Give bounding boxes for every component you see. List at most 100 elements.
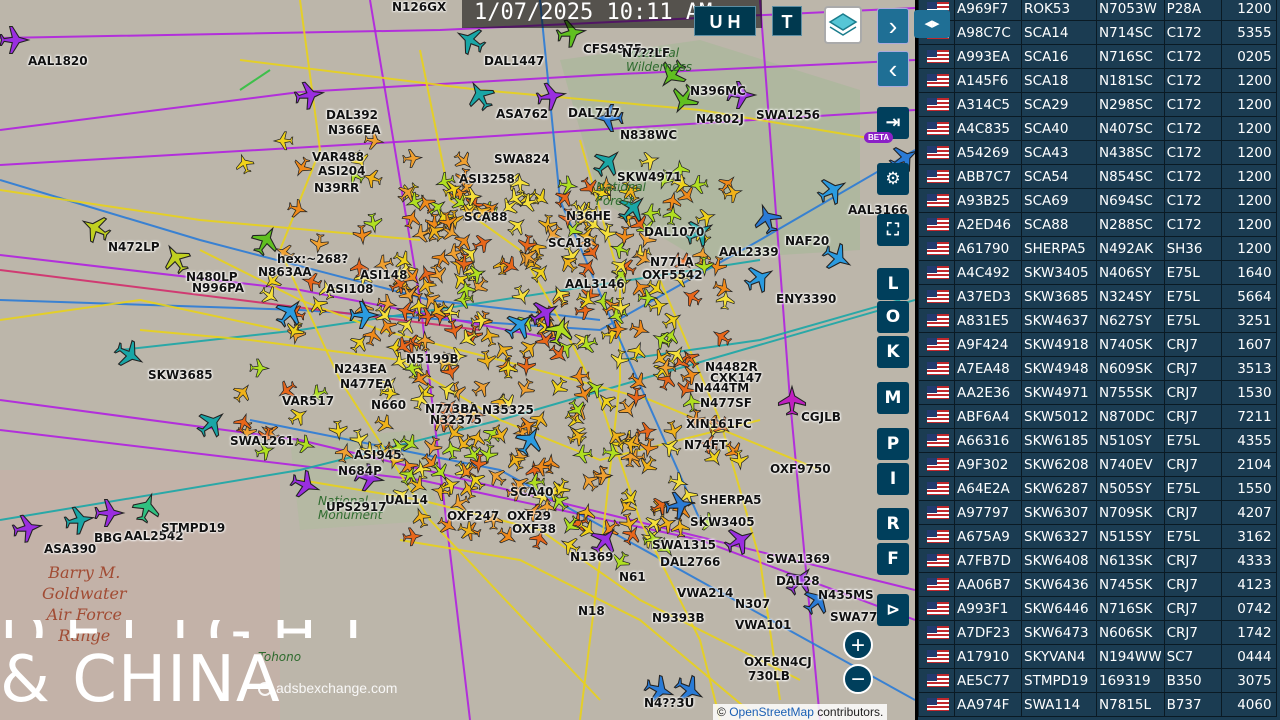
aircraft-label[interactable]: N660 xyxy=(371,398,406,412)
zoom-out-button[interactable]: − xyxy=(843,664,873,694)
aircraft-row[interactable]: A98C7C SCA14 N714SC C172 5355 xyxy=(918,20,1277,45)
aircraft-label[interactable]: N35325 xyxy=(482,403,534,417)
aircraft-label[interactable]: ASI148 xyxy=(360,268,407,282)
letter-p-button[interactable]: P xyxy=(877,428,909,460)
aircraft-label[interactable]: SCA88 xyxy=(464,210,507,224)
aircraft-label[interactable]: ASI108 xyxy=(326,282,373,296)
aircraft-row[interactable]: ABF6A4 SKW5012 N870DC CRJ7 7211 xyxy=(918,404,1277,429)
aircraft-label[interactable]: CGJLB xyxy=(801,410,841,424)
aircraft-label[interactable]: N243EA xyxy=(334,362,387,376)
collapse-left-button[interactable]: ‹ xyxy=(877,51,909,87)
aircraft-label[interactable]: UPS2917 xyxy=(326,500,387,514)
aircraft-label[interactable]: N477SF xyxy=(700,396,752,410)
settings-button[interactable]: ⚙ xyxy=(877,163,909,195)
aircraft-label[interactable]: SKW4971 xyxy=(617,170,682,184)
aircraft-label[interactable]: OXF5542 xyxy=(642,268,703,282)
aircraft-label[interactable]: DAL28 xyxy=(776,574,820,588)
aircraft-row[interactable]: A61790 SHERPA5 N492AK SH36 1200 xyxy=(918,236,1277,261)
aircraft-label[interactable]: N9393B xyxy=(652,611,705,625)
aircraft-row[interactable]: A969F7 ROK53 N7053W P28A 1200 xyxy=(918,0,1277,21)
aircraft-label[interactable]: N477EA xyxy=(340,377,393,391)
aircraft-label[interactable]: SHERPA5 xyxy=(700,493,761,507)
filter-stats-button[interactable]: ⛶ xyxy=(877,214,909,246)
aircraft-label[interactable]: AAL1820 xyxy=(28,54,88,68)
aircraft-label[interactable]: N39RR xyxy=(314,181,359,195)
aircraft-row[interactable]: AA06B7 SKW6436 N745SK CRJ7 4123 xyxy=(918,572,1277,597)
aircraft-label[interactable]: UAL14 xyxy=(385,493,428,507)
aircraft-label[interactable]: N684P xyxy=(338,464,382,478)
aircraft-label[interactable]: BBG xyxy=(94,531,122,545)
aircraft-label[interactable]: SWA1256 xyxy=(756,108,820,122)
layers-button[interactable] xyxy=(824,6,862,44)
aircraft-row[interactable]: AA974F SWA114 N7815L B737 4060 xyxy=(918,692,1277,717)
aircraft-row[interactable]: A993F1 SKW6446 N716SK CRJ7 0742 xyxy=(918,596,1277,621)
map-view[interactable]: Barry M. Goldwater Air Force Range Mazat… xyxy=(0,0,915,720)
aircraft-row[interactable]: AA2E36 SKW4971 N755SK CRJ7 1530 xyxy=(918,380,1277,405)
aircraft-label[interactable]: VAR517 xyxy=(282,394,334,408)
aircraft-label[interactable]: DAL392 xyxy=(326,108,378,122)
aircraft-label[interactable]: SKW3685 xyxy=(148,368,213,382)
aircraft-label[interactable]: N77LA xyxy=(650,255,694,269)
openstreetmap-link[interactable]: OpenStreetMap xyxy=(729,705,814,719)
letter-i-button[interactable]: I xyxy=(877,463,909,495)
aircraft-row[interactable]: A2ED46 SCA88 N288SC C172 1200 xyxy=(918,212,1277,237)
aircraft-label[interactable]: N472LP xyxy=(108,240,160,254)
aircraft-label[interactable]: N4802J xyxy=(696,112,744,126)
aircraft-label[interactable]: N1369 xyxy=(570,550,613,564)
letter-f-button[interactable]: F xyxy=(877,543,909,575)
aircraft-row[interactable]: A66316 SKW6185 N510SY E75L 4355 xyxy=(918,428,1277,453)
aircraft-label[interactable]: OXF8 xyxy=(744,655,780,669)
aircraft-row[interactable]: A7FB7D SKW6408 N613SK CRJ7 4333 xyxy=(918,548,1277,573)
aircraft-label[interactable]: DAL1070 xyxy=(644,225,704,239)
aircraft-label[interactable]: SKW3405 xyxy=(690,515,755,529)
aircraft-label[interactable]: N18 xyxy=(578,604,605,618)
aircraft-row[interactable]: A9F302 SKW6208 N740EV CRJ7 2104 xyxy=(918,452,1277,477)
aircraft-label[interactable]: NAF20 xyxy=(785,234,829,248)
aircraft-label[interactable]: AAL2339 xyxy=(719,245,779,259)
aircraft-label[interactable]: ASA762 xyxy=(496,107,548,121)
aircraft-label[interactable]: N5199B xyxy=(406,352,459,366)
aircraft-row[interactable]: ABB7C7 SCA54 N854SC C172 1200 xyxy=(918,164,1277,189)
aircraft-label[interactable]: N307 xyxy=(735,597,770,611)
aircraft-row[interactable]: A93B25 SCA69 N694SC C172 1200 xyxy=(918,188,1277,213)
aircraft-label[interactable]: N32375 xyxy=(430,413,482,427)
aircraft-row[interactable]: A831E5 SKW4637 N627SY E75L 3251 xyxy=(918,308,1277,333)
aircraft-row[interactable]: A37ED3 SKW3685 N324SY E75L 5664 xyxy=(918,284,1277,309)
panel-toggle-button[interactable]: ◂▸ xyxy=(914,10,950,38)
aircraft-label[interactable]: VAR488 xyxy=(312,150,364,164)
aircraft-label[interactable]: SWA1315 xyxy=(652,538,716,552)
aircraft-row[interactable]: A4C492 SKW3405 N406SY E75L 1640 xyxy=(918,260,1277,285)
aircraft-label[interactable]: ENY3390 xyxy=(776,292,836,306)
zoom-in-button[interactable]: + xyxy=(843,630,873,660)
expand-right-button[interactable]: › xyxy=(877,8,909,44)
aircraft-label[interactable]: SCA40 xyxy=(510,485,553,499)
aircraft-label[interactable]: ASI945 xyxy=(354,448,401,462)
letter-k-button[interactable]: K xyxy=(877,336,909,368)
aircraft-label[interactable]: N7??LF xyxy=(622,46,670,60)
aircraft-label[interactable]: N444TM xyxy=(694,381,749,395)
u-h-toggle-button[interactable]: U H xyxy=(694,6,756,36)
aircraft-label[interactable]: N126GX xyxy=(392,0,446,14)
aircraft-label[interactable]: N435MS xyxy=(818,588,874,602)
aircraft-row[interactable]: A4C835 SCA40 N407SC C172 1200 xyxy=(918,116,1277,141)
aircraft-label[interactable]: AAL3146 xyxy=(565,277,625,291)
aircraft-label[interactable]: N396MC xyxy=(690,84,746,98)
aircraft-label[interactable]: 730LB xyxy=(748,669,790,683)
letter-l-button[interactable]: L xyxy=(877,268,909,300)
aircraft-row[interactable]: A675A9 SKW6327 N515SY E75L 3162 xyxy=(918,524,1277,549)
aircraft-label[interactable]: OXF38 xyxy=(512,522,556,536)
aircraft-row[interactable]: A17910 SKYVAN4 N194WW SC7 0444 xyxy=(918,644,1277,669)
aircraft-label[interactable]: OXF247 xyxy=(447,509,499,523)
replay-button[interactable]: ⊳ xyxy=(877,594,909,626)
aircraft-label[interactable]: SWA824 xyxy=(494,152,550,166)
aircraft-row[interactable]: A145F6 SCA18 N181SC C172 1200 xyxy=(918,68,1277,93)
aircraft-label[interactable]: SCA18 xyxy=(548,236,591,250)
aircraft-label[interactable]: N996PA xyxy=(192,281,244,295)
aircraft-label[interactable]: ASI3258 xyxy=(459,172,515,186)
aircraft-label[interactable]: hex:~268? xyxy=(277,252,348,266)
aircraft-row[interactable]: A64E2A SKW6287 N505SY E75L 1550 xyxy=(918,476,1277,501)
aircraft-label[interactable]: DAL2766 xyxy=(660,555,720,569)
aircraft-label[interactable]: ASA390 xyxy=(44,542,96,556)
aircraft-row[interactable]: A97797 SKW6307 N709SK CRJ7 4207 xyxy=(918,500,1277,525)
aircraft-label[interactable]: SWA1369 xyxy=(766,552,830,566)
